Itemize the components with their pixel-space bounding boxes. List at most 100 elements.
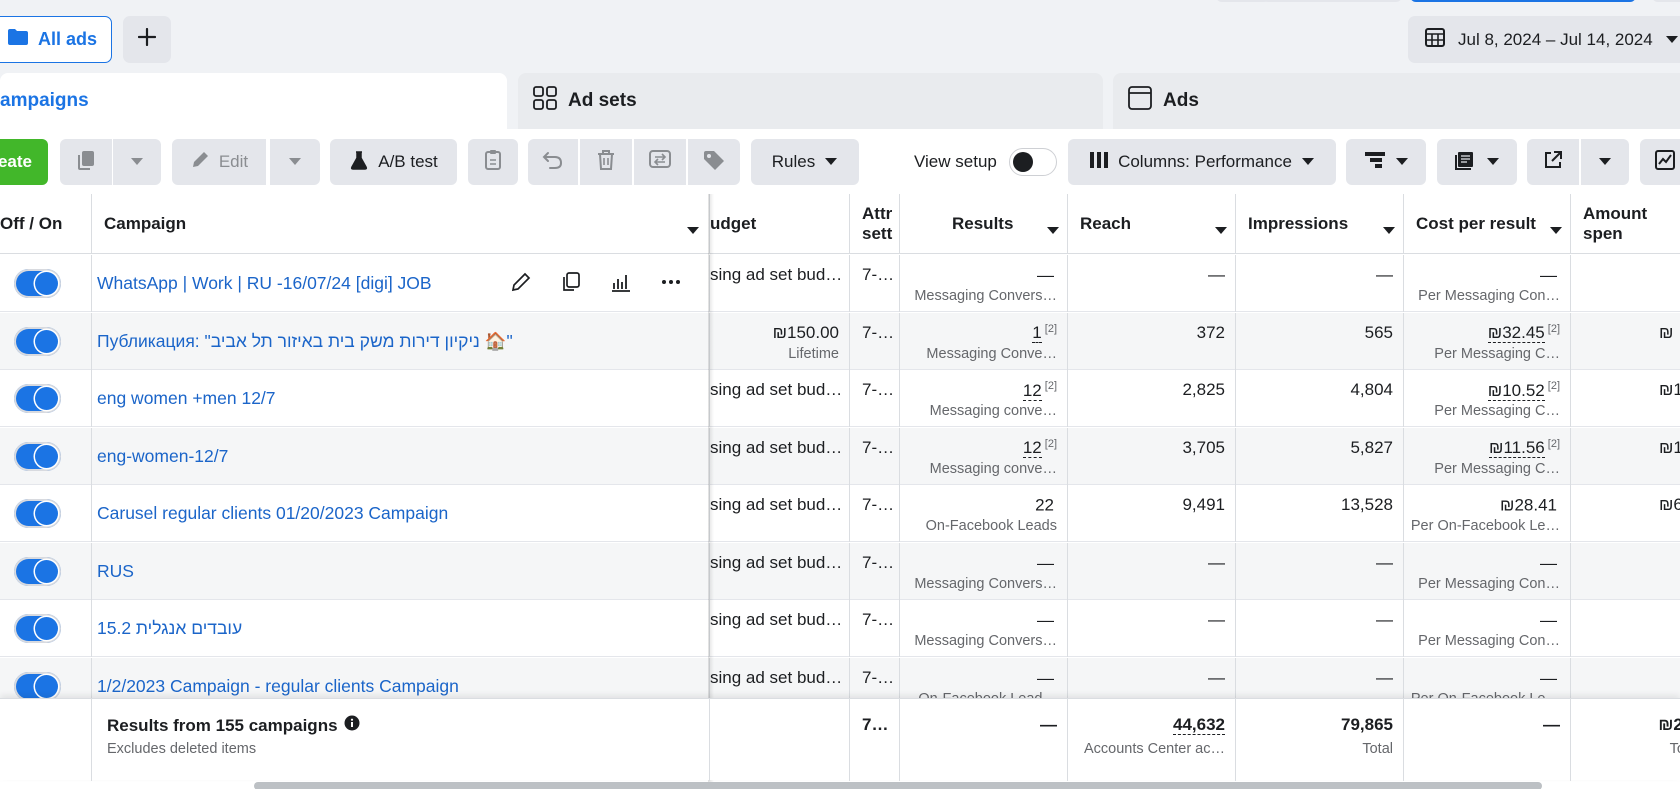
campaign-name-link[interactable]: 1/2/2023 Campaign - regular clients Camp…: [97, 676, 459, 697]
sort-caret-icon[interactable]: [1550, 220, 1562, 240]
table-row[interactable]: Carusel regular clients 01/20/2023 Campa…: [0, 485, 1680, 542]
campaign-on-toggle[interactable]: [14, 671, 61, 701]
campaign-on-toggle[interactable]: [14, 556, 61, 586]
table-row[interactable]: עובדים אנגלית 15.2 sing ad set bud… 7-… — Me…: [0, 600, 1680, 657]
budget-header-label: udget: [710, 214, 757, 233]
sort-caret-icon[interactable]: [1215, 220, 1227, 240]
create-button[interactable]: eate: [0, 139, 48, 185]
ab-test-button[interactable]: A/B test: [330, 139, 457, 185]
campaign-name-link[interactable]: eng-women-12/7: [97, 446, 228, 467]
cpr-footnote: [2]: [1547, 322, 1560, 335]
sort-caret-icon[interactable]: [687, 220, 699, 240]
tab-campaigns[interactable]: ampaigns: [0, 73, 507, 129]
transfer-button[interactable]: [634, 139, 686, 185]
delete-button[interactable]: [580, 139, 632, 185]
cpr-value: ₪32.45: [1487, 323, 1545, 344]
table-row[interactable]: RUS sing ad set bud… 7-… — Messaging Convers…: [0, 542, 1680, 600]
table-row[interactable]: Публикация: "ניקיון דירות משק בית באיזור…: [0, 312, 1680, 370]
duplicate-button[interactable]: [60, 139, 112, 185]
budget-value: sing ad set bud…: [710, 495, 843, 514]
campaign-name-link[interactable]: WhatsApp | Work | RU -16/07/24 [digi] JO…: [97, 273, 432, 294]
breakdown-button[interactable]: [1346, 139, 1426, 185]
budget-value: sing ad set bud…: [710, 610, 843, 629]
campaign-name-link[interactable]: Carusel regular clients 01/20/2023 Campa…: [97, 503, 448, 524]
undo-button[interactable]: [528, 139, 578, 185]
column-header-cost-per-result[interactable]: Cost per result: [1404, 194, 1571, 254]
results-value-wrap: 22: [1035, 495, 1057, 516]
reports-button[interactable]: [1437, 139, 1517, 185]
impressions-value: —: [1376, 265, 1393, 284]
budget-type: Lifetime: [788, 345, 839, 362]
toggle-cell: [0, 542, 92, 600]
view-charts-icon[interactable]: [610, 271, 632, 298]
more-options-icon[interactable]: [660, 271, 682, 298]
ab-test-label: A/B test: [378, 152, 438, 171]
columns-icon: [1089, 151, 1109, 174]
info-icon[interactable]: [344, 715, 360, 736]
column-header-reach[interactable]: Reach: [1068, 194, 1236, 254]
reach-cell: 2,825: [1068, 370, 1236, 427]
campaign-cell: עובדים אנגלית 15.2: [92, 600, 710, 657]
attr-cell: 7-…: [850, 542, 900, 600]
add-tab-button[interactable]: [123, 16, 171, 63]
cpr-value: —: [1540, 668, 1557, 688]
column-header-results[interactable]: Results: [900, 194, 1068, 254]
campaign-on-toggle[interactable]: [14, 614, 61, 643]
campaign-on-toggle[interactable]: [14, 499, 61, 528]
summary-spent-sub: Tota: [1669, 741, 1680, 757]
results-value: 22: [1035, 495, 1054, 515]
all-ads-button[interactable]: All ads: [0, 16, 112, 63]
cpr-type: Per Messaging Con…: [1418, 288, 1560, 304]
table-row[interactable]: eng-women-12/7 sing ad set bud… 7-… 12 [2] Me…: [0, 427, 1680, 485]
tab-ad-sets[interactable]: Ad sets: [518, 73, 1103, 129]
campaign-on-toggle[interactable]: [14, 384, 61, 413]
toggle-cell: [0, 600, 92, 657]
reach-cell: 9,491: [1068, 485, 1236, 542]
column-header-budget[interactable]: udget: [710, 194, 850, 254]
summary-impressions-cell: 79,865 Total: [1236, 699, 1404, 781]
column-header-attribution[interactable]: Attr sett: [850, 194, 900, 254]
rules-button[interactable]: Rules: [751, 139, 859, 185]
campaign-on-toggle[interactable]: [14, 269, 61, 298]
campaign-name-link[interactable]: RUS: [97, 561, 134, 582]
table-row[interactable]: eng women +men 12/7 sing ad set bud… 7-… 12…: [0, 370, 1680, 427]
toggle-cell: [0, 427, 92, 485]
summary-impressions-sub: Total: [1362, 741, 1393, 757]
column-header-amount-spent[interactable]: Amount spen: [1571, 194, 1680, 254]
column-header-campaign[interactable]: Campaign: [92, 194, 710, 254]
budget-cell: sing ad set bud…: [710, 255, 850, 312]
campaign-name-link[interactable]: Публикация: "ניקיון דירות משק בית באיזור…: [97, 331, 513, 352]
cpr-cell: ₪10.52 [2] Per Messaging C…: [1404, 370, 1571, 427]
tab-ads[interactable]: Ads: [1113, 73, 1680, 129]
edit-button[interactable]: Edit: [172, 139, 266, 185]
sort-caret-icon[interactable]: [1383, 220, 1395, 240]
column-header-impressions[interactable]: Impressions: [1236, 194, 1404, 254]
export-button[interactable]: [1527, 139, 1579, 185]
impressions-value: 13,528: [1341, 495, 1393, 514]
duplicate-dropdown[interactable]: [113, 139, 161, 185]
clipboard-button[interactable]: [468, 139, 518, 185]
pencil-icon: [190, 150, 210, 175]
cpr-cell: ₪32.45 [2] Per Messaging C…: [1404, 312, 1571, 370]
attr-header-line1: Attr: [862, 204, 893, 223]
campaign-on-toggle[interactable]: [14, 326, 61, 356]
charts-button[interactable]: [1640, 139, 1680, 185]
campaign-on-toggle[interactable]: [14, 441, 61, 471]
columns-button[interactable]: Columns: Performance: [1068, 139, 1336, 185]
horizontal-scrollbar[interactable]: [254, 782, 1542, 789]
duplicate-icon[interactable]: [560, 271, 582, 298]
calendar-icon: [1424, 26, 1446, 53]
edit-dropdown[interactable]: [270, 139, 320, 185]
column-header-off-on[interactable]: Off / On: [0, 194, 92, 254]
campaign-name-link[interactable]: eng women +men 12/7: [97, 388, 276, 409]
tag-button[interactable]: [688, 139, 740, 185]
edit-icon[interactable]: [510, 271, 532, 298]
table-row[interactable]: WhatsApp | Work | RU -16/07/24 [digi] JO…: [0, 255, 1680, 312]
date-range-picker[interactable]: Jul 8, 2024 – Jul 14, 2024: [1408, 16, 1680, 63]
sort-caret-icon[interactable]: [1047, 220, 1059, 240]
campaign-name-link[interactable]: עובדים אנגלית 15.2: [97, 618, 242, 639]
view-setup-toggle[interactable]: [1008, 148, 1057, 176]
caret-down-icon: [1301, 152, 1315, 172]
results-value: 12: [1022, 380, 1042, 401]
export-dropdown[interactable]: [1581, 139, 1629, 185]
